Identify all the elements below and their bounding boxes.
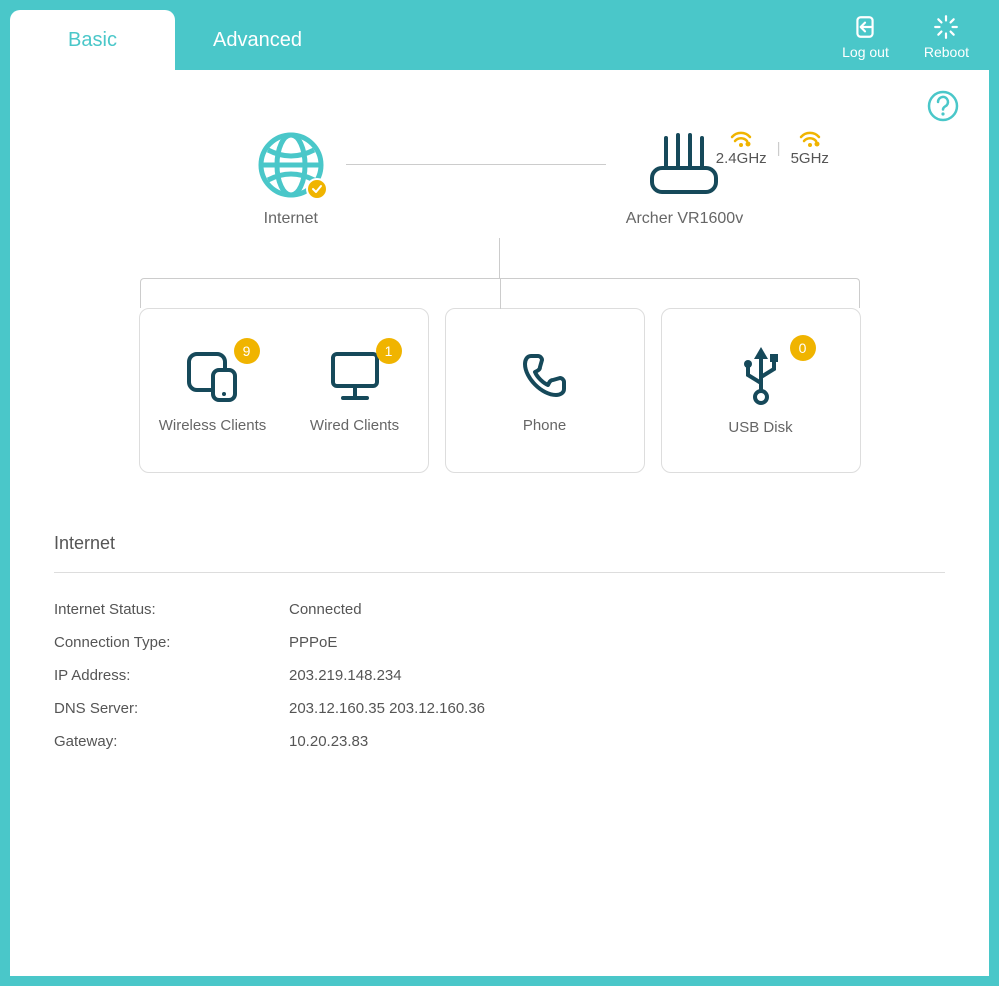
- network-map: Internet Archer VR1600v: [50, 130, 949, 473]
- header-actions: Log out Reboot: [842, 10, 969, 70]
- ip-address-key: IP Address:: [54, 667, 289, 684]
- device-connector: [140, 278, 860, 308]
- device-cards: 9 Wireless Clients 1 Wired Cli: [50, 308, 949, 473]
- wifi-24ghz[interactable]: 2.4GHz: [716, 130, 767, 167]
- router-node[interactable]: Archer VR1600v 2.4GHz |: [626, 130, 743, 228]
- reboot-label: Reboot: [924, 44, 969, 60]
- wired-label: Wired Clients: [310, 417, 399, 434]
- wifi-5-label: 5GHz: [791, 150, 829, 167]
- usb-disk[interactable]: 0 USB Disk: [696, 345, 826, 436]
- wireless-label: Wireless Clients: [159, 417, 267, 434]
- dns-server-value: 203.12.160.35 203.12.160.36: [289, 700, 485, 717]
- help-icon: [927, 90, 959, 122]
- main-tabs: Basic Advanced: [10, 10, 340, 70]
- internet-node-label: Internet: [264, 210, 318, 228]
- logout-label: Log out: [842, 44, 889, 60]
- connection-type-row: Connection Type: PPPoE: [54, 626, 945, 659]
- usb-count-badge: 0: [790, 335, 816, 361]
- internet-status-value: Connected: [289, 601, 362, 618]
- usb-icon: [736, 345, 786, 405]
- reboot-button[interactable]: Reboot: [924, 14, 969, 60]
- section-divider: [54, 572, 945, 573]
- help-button[interactable]: [927, 90, 959, 122]
- phone-icon: [517, 348, 572, 403]
- usb-label: USB Disk: [728, 419, 792, 436]
- wifi-icon: [799, 130, 821, 148]
- internet-node[interactable]: Internet: [256, 130, 326, 228]
- wireless-count-badge: 9: [234, 338, 260, 364]
- wired-clients[interactable]: 1 Wired Clients: [290, 348, 420, 434]
- dns-server-key: DNS Server:: [54, 700, 289, 717]
- tab-advanced[interactable]: Advanced: [175, 10, 340, 70]
- monitor-icon: [325, 348, 385, 403]
- internet-heading: Internet: [54, 533, 945, 554]
- clients-card: 9 Wireless Clients 1 Wired Cli: [139, 308, 429, 473]
- link-router-devices: [499, 238, 500, 278]
- phone-label: Phone: [523, 417, 566, 434]
- wifi-5ghz[interactable]: 5GHz: [791, 130, 829, 167]
- gateway-value: 10.20.23.83: [289, 733, 368, 750]
- ip-address-row: IP Address: 203.219.148.234: [54, 659, 945, 692]
- wifi-separator: |: [777, 140, 781, 157]
- logout-button[interactable]: Log out: [842, 14, 889, 60]
- gateway-key: Gateway:: [54, 733, 289, 750]
- phone-item[interactable]: Phone: [480, 348, 610, 434]
- ip-address-value: 203.219.148.234: [289, 667, 402, 684]
- internet-status-badge: [306, 178, 328, 200]
- check-icon: [311, 183, 323, 195]
- wifi-icon: [730, 130, 752, 148]
- header-bar: Basic Advanced Log out Reboot: [0, 0, 999, 70]
- wired-count-badge: 1: [376, 338, 402, 364]
- phone-card: Phone: [445, 308, 645, 473]
- wireless-clients[interactable]: 9 Wireless Clients: [148, 348, 278, 434]
- logout-icon: [852, 14, 878, 40]
- internet-status-row: Internet Status: Connected: [54, 593, 945, 626]
- gateway-row: Gateway: 10.20.23.83: [54, 725, 945, 758]
- internet-status-key: Internet Status:: [54, 601, 289, 618]
- tab-basic[interactable]: Basic: [10, 10, 175, 70]
- main-panel: Internet Archer VR1600v: [10, 70, 989, 976]
- router-node-label: Archer VR1600v: [626, 210, 743, 228]
- wifi-bands: 2.4GHz | 5GHz: [716, 130, 829, 167]
- dns-server-row: DNS Server: 203.12.160.35 203.12.160.36: [54, 692, 945, 725]
- usb-card: 0 USB Disk: [661, 308, 861, 473]
- devices-icon: [183, 348, 243, 403]
- link-internet-router: [346, 164, 606, 165]
- router-icon: [644, 130, 724, 200]
- wifi-24-label: 2.4GHz: [716, 150, 767, 167]
- connection-type-key: Connection Type:: [54, 634, 289, 651]
- reboot-icon: [933, 14, 959, 40]
- internet-section: Internet Internet Status: Connected Conn…: [50, 533, 949, 758]
- connection-type-value: PPPoE: [289, 634, 337, 651]
